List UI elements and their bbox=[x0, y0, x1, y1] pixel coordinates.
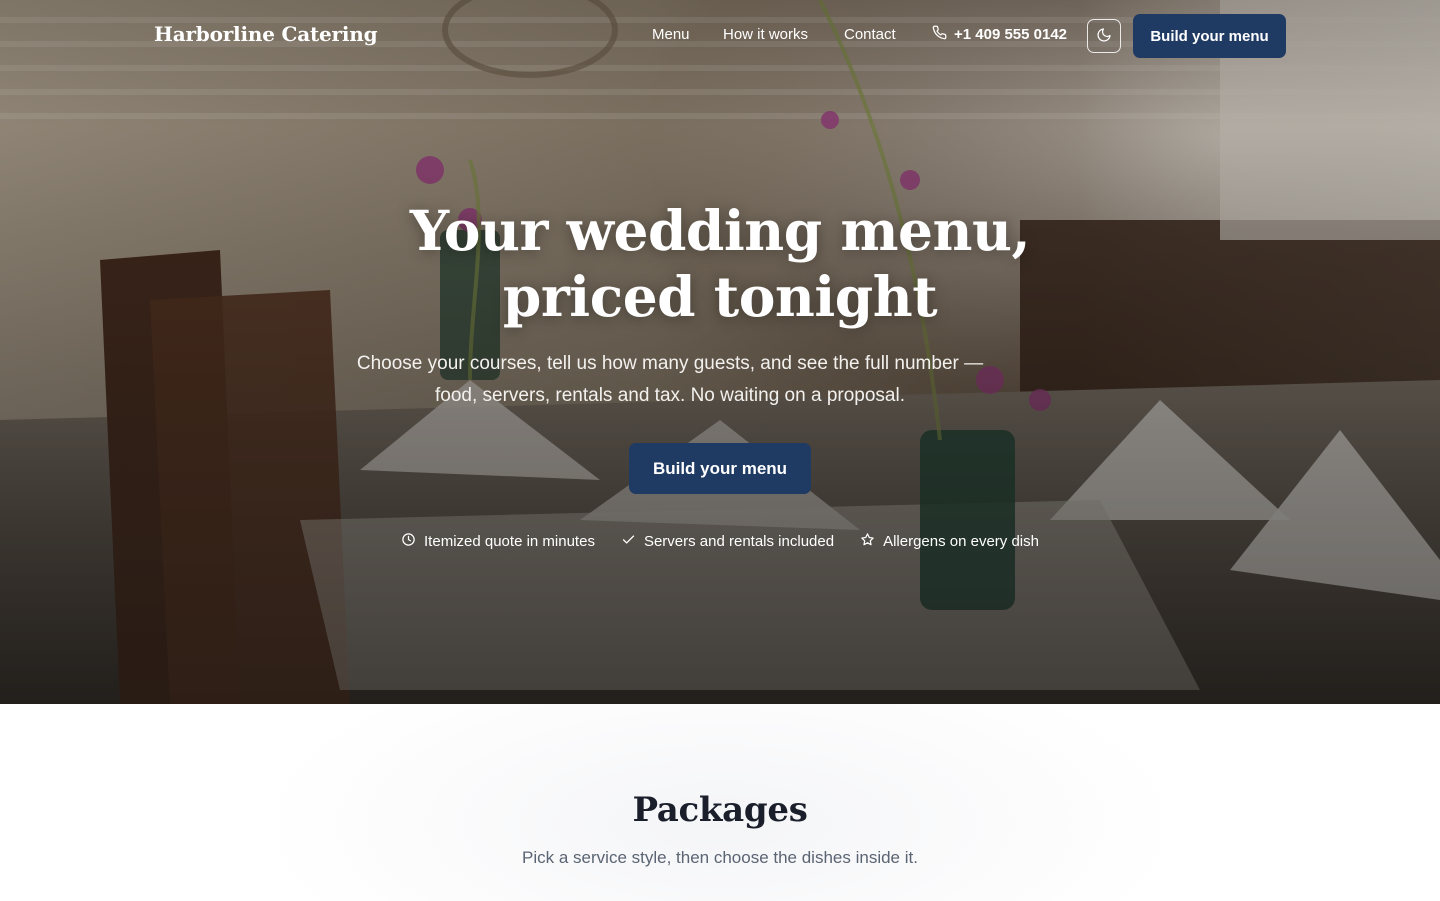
feature-itemized-quote: Itemized quote in minutes bbox=[401, 532, 595, 551]
hero-subtitle: Choose your courses, tell us how many gu… bbox=[356, 353, 984, 406]
feature-servers-rentals: Servers and rentals included bbox=[621, 532, 834, 551]
packages-subtitle: Pick a service style, then choose the di… bbox=[522, 848, 918, 867]
feature-label: Itemized quote in minutes bbox=[424, 533, 595, 550]
packages-section: Packages Pick a service style, then choo… bbox=[0, 704, 1440, 901]
moon-icon bbox=[1096, 27, 1112, 46]
top-navigation: Harborline Catering Menu How it works Co… bbox=[0, 0, 1440, 72]
feature-label: Allergens on every dish bbox=[883, 533, 1039, 550]
clock-icon bbox=[401, 532, 416, 551]
phone-icon bbox=[932, 25, 947, 44]
feature-list: Itemized quote in minutes Servers and re… bbox=[0, 532, 1440, 551]
hero-title: Your wedding menu, priced tonight bbox=[0, 198, 1440, 330]
theme-toggle-button[interactable] bbox=[1087, 19, 1121, 53]
hero-build-menu-button[interactable]: Build your menu bbox=[629, 443, 811, 494]
star-icon bbox=[860, 532, 875, 551]
hero-title-line-1: Your wedding menu, bbox=[409, 198, 1031, 263]
phone-number: +1 409 555 0142 bbox=[954, 26, 1068, 43]
feature-allergens: Allergens on every dish bbox=[860, 532, 1039, 551]
nav-link-menu[interactable]: Menu bbox=[652, 26, 690, 43]
brand-logo[interactable]: Harborline Catering bbox=[154, 22, 378, 46]
nav-link-contact[interactable]: Contact bbox=[844, 26, 896, 43]
nav-build-menu-button[interactable]: Build your menu bbox=[1133, 14, 1286, 58]
phone-link[interactable]: +1 409 555 0142 bbox=[932, 25, 1067, 44]
nav-link-how-it-works[interactable]: How it works bbox=[723, 26, 808, 43]
hero-section: Harborline Catering Menu How it works Co… bbox=[0, 0, 1440, 704]
check-icon bbox=[621, 532, 636, 551]
hero-title-line-2: priced tonight bbox=[502, 264, 938, 329]
feature-label: Servers and rentals included bbox=[643, 533, 835, 550]
packages-title: Packages bbox=[632, 790, 808, 830]
